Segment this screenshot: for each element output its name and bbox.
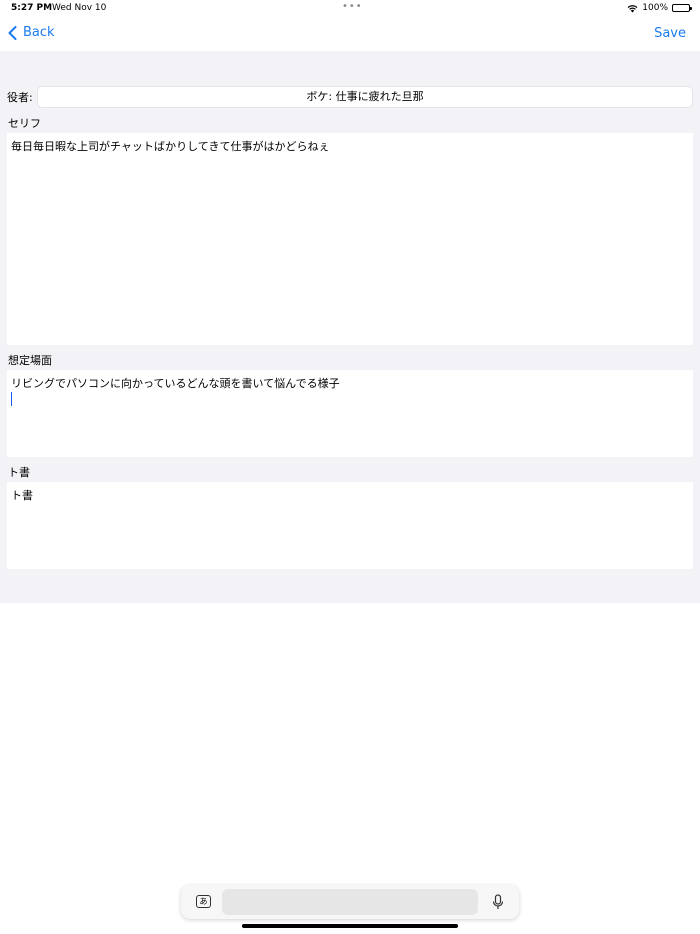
back-button[interactable]: Back bbox=[8, 25, 55, 40]
stage-direction-textarea[interactable]: ト書 bbox=[7, 482, 693, 569]
battery-percent: 100% bbox=[642, 3, 668, 13]
status-date: Wed Nov 10 bbox=[52, 3, 107, 13]
status-time: 5:27 PM bbox=[11, 3, 53, 13]
home-indicator bbox=[242, 924, 458, 928]
navigation-bar: Back Save bbox=[0, 18, 700, 51]
serif-textarea[interactable]: 毎日毎日暇な上司がチャットばかりしてきて仕事がはかどらねぇ bbox=[7, 133, 693, 345]
actor-label: 役者: bbox=[7, 91, 33, 104]
scene-label: 想定場面 bbox=[8, 354, 52, 367]
scene-textarea[interactable]: リビングでパソコンに向かっているどんな頭を書いて悩んでる様子 bbox=[7, 370, 693, 457]
edit-form: 役者: ボケ: 仕事に疲れた旦那 セリフ 毎日毎日暇な上司がチャットばかりしてき… bbox=[0, 51, 700, 603]
battery-icon bbox=[672, 4, 692, 12]
status-bar: 5:27 PM Wed Nov 10 ••• 100% bbox=[0, 0, 700, 18]
chevron-left-icon bbox=[8, 25, 17, 40]
scene-text: リビングでパソコンに向かっているどんな頭を書いて悩んでる様子 bbox=[11, 377, 340, 390]
serif-label: セリフ bbox=[8, 117, 41, 130]
serif-text: 毎日毎日暇な上司がチャットばかりしてきて仕事がはかどらねぇ bbox=[11, 140, 330, 153]
multitasking-dots-icon[interactable]: ••• bbox=[342, 1, 363, 12]
actor-field[interactable]: ボケ: 仕事に疲れた旦那 bbox=[37, 86, 693, 108]
text-cursor bbox=[11, 392, 12, 406]
input-mode-button[interactable]: あ bbox=[196, 895, 211, 908]
actor-row: 役者: ボケ: 仕事に疲れた旦那 bbox=[7, 86, 693, 108]
back-label: Back bbox=[23, 25, 55, 40]
keyboard-shortcut-bar: あ bbox=[181, 885, 519, 919]
status-indicators: 100% bbox=[627, 3, 692, 13]
stage-direction-label: ト書 bbox=[8, 466, 30, 479]
microphone-icon[interactable] bbox=[492, 894, 504, 910]
stage-direction-text: ト書 bbox=[11, 489, 33, 502]
predictive-text-bar[interactable] bbox=[222, 889, 478, 915]
wifi-icon bbox=[627, 4, 638, 12]
save-button[interactable]: Save bbox=[654, 26, 686, 41]
